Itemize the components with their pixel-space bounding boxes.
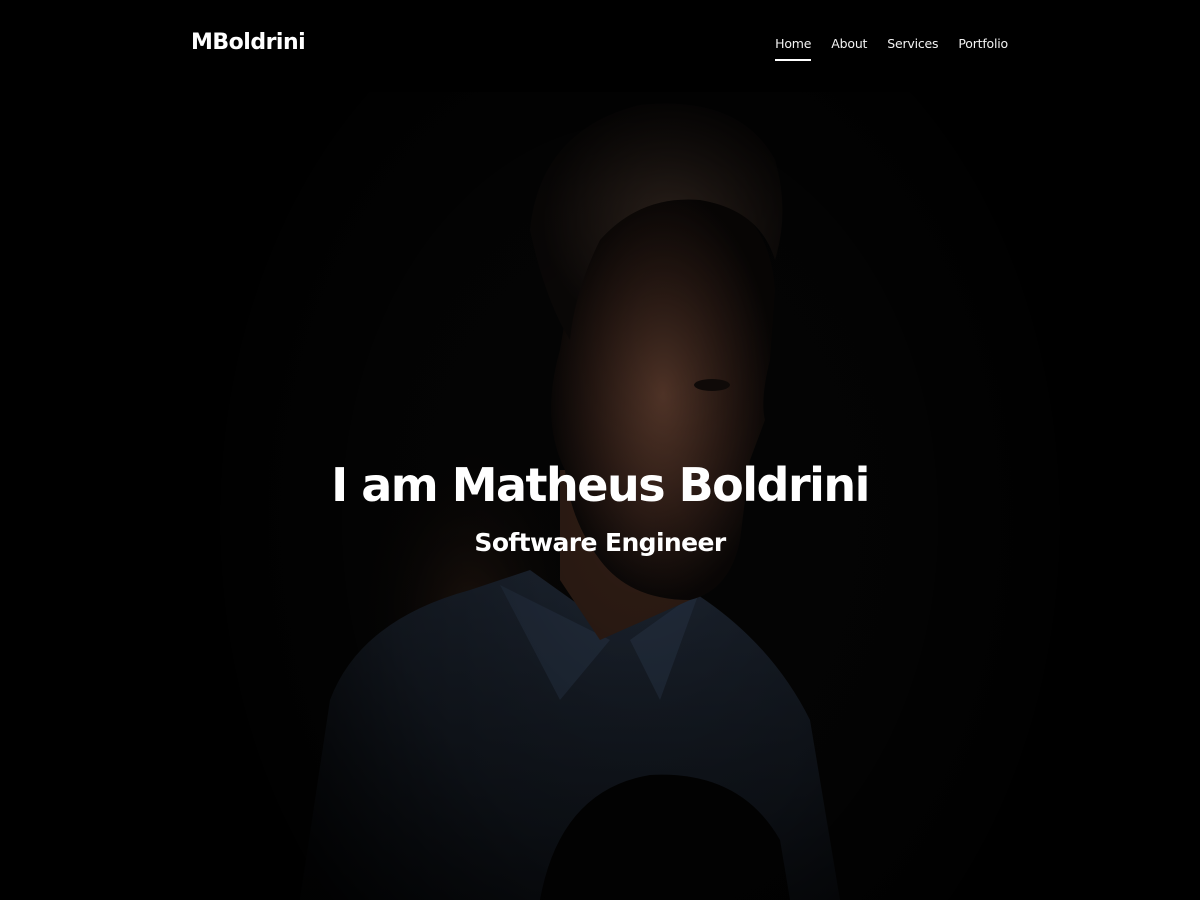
hero-subtitle: Software Engineer [474,528,726,557]
brand-logo[interactable]: MBoldrini [191,30,306,55]
navbar: MBoldrini Home About Services Portfolio [0,0,1200,92]
nav-item-about[interactable]: About [831,36,867,61]
nav-item-services[interactable]: Services [887,36,938,61]
hero-title: I am Matheus Boldrini [331,458,870,512]
nav-item-portfolio[interactable]: Portfolio [958,36,1008,61]
page: MBoldrini Home About Services Portfolio … [0,0,1200,900]
nav-item-home[interactable]: Home [775,36,811,61]
nav-menu: Home About Services Portfolio [775,36,1008,61]
hero-content: I am Matheus Boldrini Software Engineer [0,450,1200,557]
